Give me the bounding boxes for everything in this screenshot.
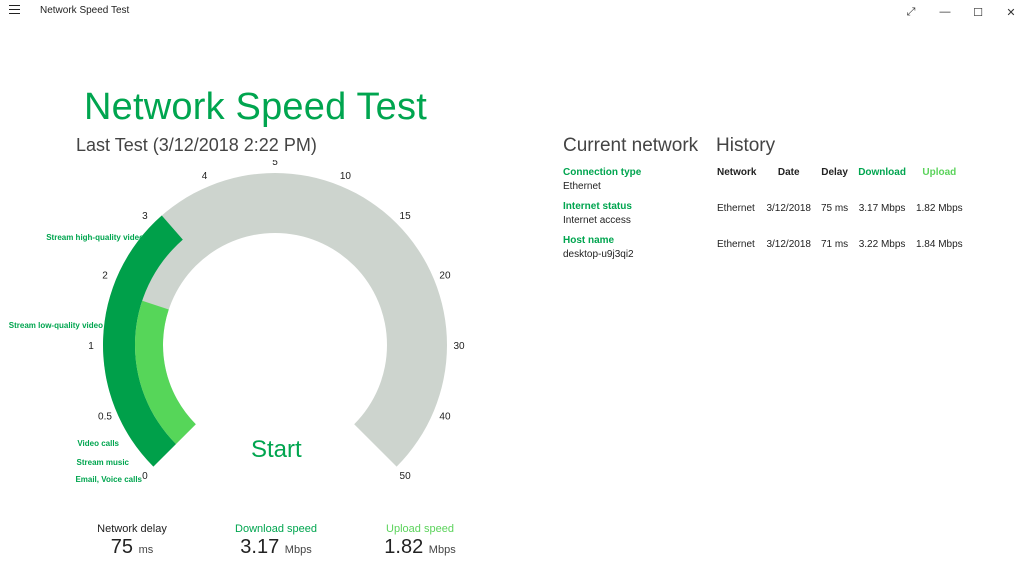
upload-speed-value: 1.82 [384, 536, 424, 558]
upload-speed-metric: Upload speed 1.82 Mbps [380, 523, 460, 559]
connection-type-value: Ethernet [563, 181, 601, 192]
column-upload: Upload [922, 167, 957, 178]
gauge-tier-label: Email, Voice calls [75, 475, 142, 484]
minimize-button[interactable]: — [927, 0, 963, 24]
connection-type-label: Connection type [563, 167, 642, 178]
hamburger-menu-icon[interactable] [9, 5, 20, 15]
download-speed-unit: Mbps [284, 544, 312, 556]
gauge-tick-label: 50 [400, 471, 412, 482]
history-cell-delay: 75 ms [820, 202, 849, 214]
host-name-value: desktop-u9j3qi2 [563, 249, 634, 260]
current-network-title: Current network [563, 135, 699, 156]
gauge-tick-label: 3 [142, 211, 148, 222]
last-test-timestamp: Last Test (3/12/2018 2:22 PM) [76, 135, 317, 155]
download-speed-metric: Download speed 3.17 Mbps [230, 523, 322, 559]
gauge-tick-label: 2 [102, 271, 108, 282]
gauge-tier-label: Stream low-quality video [9, 321, 103, 330]
history-row: Ethernet 3/12/2018 75 ms 3.17 Mbps 1.82 … [712, 190, 968, 226]
network-delay-metric: Network delay 75 ms [90, 523, 174, 559]
gauge-tier-label: Video calls [77, 439, 119, 448]
page-title: Network Speed Test [84, 86, 427, 128]
close-button[interactable]: ✕ [993, 0, 1024, 24]
history-cell-network: Ethernet [717, 202, 755, 214]
network-delay-value: 75 [110, 536, 133, 558]
column-delay: Delay [821, 167, 848, 178]
title-bar: Network Speed Test ⤢ — ☐ ✕ [0, 0, 1024, 24]
gauge-tick-label: 40 [439, 411, 451, 422]
history-cell-download: 3.17 Mbps [858, 202, 906, 214]
network-delay-unit: ms [138, 544, 154, 556]
history-header-row: Network Date Delay Download Upload [712, 165, 968, 190]
gauge-tick-label: 1 [88, 341, 94, 352]
download-speed-label: Download speed [235, 523, 317, 535]
history-cell-upload: 1.84 Mbps [915, 238, 963, 250]
history-row: Ethernet 3/12/2018 71 ms 3.22 Mbps 1.84 … [712, 226, 968, 262]
host-name-item: Host name desktop-u9j3qi2 [563, 234, 641, 262]
gauge-tick-label: 10 [340, 171, 352, 182]
gauge-tick-label: 0.5 [98, 411, 112, 422]
history-cell-date: 3/12/2018 [766, 238, 811, 250]
column-download: Download [858, 167, 906, 178]
connection-type-item: Connection type Ethernet [563, 166, 641, 194]
history-title: History [716, 135, 776, 156]
current-network-list: Connection type Ethernet Internet status… [563, 166, 641, 268]
app-title: Network Speed Test [40, 5, 130, 16]
history-table: Network Date Delay Download Upload Ether… [712, 165, 968, 262]
history-cell-upload: 1.82 Mbps [915, 202, 963, 214]
history-cell-network: Ethernet [717, 238, 755, 250]
gauge-tier-label: Stream high-quality video [46, 233, 144, 242]
history-cell-date: 3/12/2018 [766, 202, 811, 214]
gauge-tick-label: 15 [400, 211, 412, 222]
host-name-label: Host name [563, 235, 615, 246]
upload-speed-label: Upload speed [386, 523, 454, 535]
internet-status-value: Internet access [563, 215, 631, 226]
history-cell-delay: 71 ms [820, 238, 849, 250]
start-button[interactable]: Start [251, 436, 302, 464]
gauge-tier-label: Stream music [77, 458, 130, 467]
gauge-tick-label: 0 [142, 471, 148, 482]
network-delay-label: Network delay [97, 523, 167, 535]
upload-speed-unit: Mbps [428, 544, 456, 556]
expand-arrows-icon[interactable]: ⤢ [893, 0, 929, 24]
gauge-tick-label: 5 [272, 160, 278, 168]
gauge-tick-label: 30 [453, 341, 465, 352]
history-cell-download: 3.22 Mbps [858, 238, 906, 250]
internet-status-label: Internet status [563, 201, 632, 212]
internet-status-item: Internet status Internet access [563, 200, 641, 228]
gauge-tick-label: 4 [202, 171, 208, 182]
column-date: Date [777, 167, 800, 178]
gauge-tick-label: 20 [439, 271, 451, 282]
maximize-button[interactable]: ☐ [960, 0, 996, 24]
column-network: Network [717, 167, 757, 178]
download-speed-value: 3.17 [240, 536, 280, 558]
